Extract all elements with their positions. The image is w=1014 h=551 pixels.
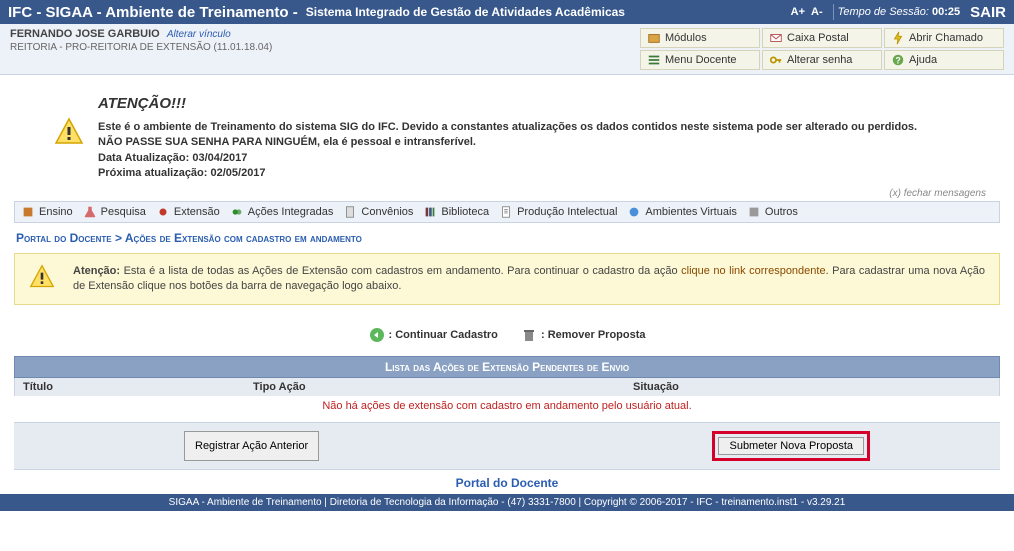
virtual-icon <box>627 205 641 219</box>
menu-acoes-integradas[interactable]: Ações Integradas <box>230 205 334 219</box>
font-increase[interactable]: A+ <box>791 6 805 18</box>
menu-convenios[interactable]: Convênios <box>343 205 413 219</box>
app-subtitle: Sistema Integrado de Gestão de Atividade… <box>306 5 625 19</box>
topbar: IFC - SIGAA - Ambiente de Treinamento - … <box>0 0 1014 24</box>
ql-abrir-chamado[interactable]: Abrir Chamado <box>884 28 1004 48</box>
portal-docente-link[interactable]: Portal do Docente <box>456 476 559 490</box>
alert-title: ATENÇÃO!!! <box>98 93 917 114</box>
extension-icon <box>156 205 170 219</box>
quicklinks: Módulos Caixa Postal Abrir Chamado Menu … <box>640 28 1004 70</box>
box-icon <box>647 31 661 45</box>
notice-link[interactable]: clique no link correspondente <box>681 265 825 277</box>
other-icon <box>747 205 761 219</box>
legend: : Continuar Cadastro : Remover Proposta <box>14 321 1000 356</box>
book-icon <box>21 205 35 219</box>
notice-label: Atenção: <box>73 265 120 277</box>
main-menu: Ensino Pesquisa Extensão Ações Integrada… <box>14 201 1000 223</box>
menu-icon <box>647 53 661 67</box>
help-icon: ? <box>891 53 905 67</box>
portal-link-row: Portal do Docente <box>14 470 1000 494</box>
trash-icon <box>521 327 537 343</box>
col-tipo: Tipo Ação <box>253 381 633 393</box>
books-icon <box>423 205 437 219</box>
userbar: FERNANDO JOSE GARBUIO Alterar vínculo RE… <box>0 24 1014 75</box>
alterar-vinculo-link[interactable]: Alterar vínculo <box>167 29 231 40</box>
mail-icon <box>769 31 783 45</box>
ql-caixa-postal[interactable]: Caixa Postal <box>762 28 882 48</box>
training-alert: ATENÇÃO!!! Este é o ambiente de Treiname… <box>14 85 1000 186</box>
close-messages[interactable]: (x) fechar mensagens <box>14 186 1000 201</box>
menu-ambientes[interactable]: Ambientes Virtuais <box>627 205 737 219</box>
flask-icon <box>83 205 97 219</box>
session-label: Tempo de Sessão: 00:25 <box>838 6 961 18</box>
alert-line2: NÃO PASSE SUA SENHA PARA NINGUÉM, ela é … <box>98 135 917 150</box>
menu-producao[interactable]: Produção Intelectual <box>499 205 617 219</box>
col-titulo: Título <box>23 381 253 393</box>
warning-icon <box>54 93 84 182</box>
menu-pesquisa[interactable]: Pesquisa <box>83 205 146 219</box>
alert-line1: Este é o ambiente de Treinamento do sist… <box>98 120 917 135</box>
table-header-row: Título Tipo Ação Situação <box>14 378 1000 396</box>
document-icon <box>343 205 357 219</box>
logout-button[interactable]: SAIR <box>970 4 1006 21</box>
notice: Atenção: Esta é a lista de todas as Açõe… <box>14 253 1000 306</box>
lightning-icon <box>891 31 905 45</box>
submeter-nova-proposta-button[interactable]: Submeter Nova Proposta <box>718 437 864 455</box>
menu-extensao[interactable]: Extensão <box>156 205 220 219</box>
menu-biblioteca[interactable]: Biblioteca <box>423 205 489 219</box>
alert-line3: Data Atualização: 03/04/2017 <box>98 151 917 166</box>
menu-outros[interactable]: Outros <box>747 205 798 219</box>
integrated-icon <box>230 205 244 219</box>
table-empty: Não há ações de extensão com cadastro em… <box>14 396 1000 422</box>
table-title: Lista das Ações de Extensão Pendentes de… <box>14 356 1000 378</box>
user-unit: REITORIA - PRO-REITORIA DE EXTENSÃO (11.… <box>10 42 640 53</box>
ql-menu-docente[interactable]: Menu Docente <box>640 50 760 70</box>
menu-ensino[interactable]: Ensino <box>21 205 73 219</box>
breadcrumb: Portal do Docente > Ações de Extensão co… <box>14 227 1000 253</box>
col-situacao: Situação <box>633 381 991 393</box>
paper-icon <box>499 205 513 219</box>
ql-alterar-senha[interactable]: Alterar senha <box>762 50 882 70</box>
font-decrease[interactable]: A- <box>811 6 823 18</box>
ql-modulos[interactable]: Módulos <box>640 28 760 48</box>
svg-text:?: ? <box>895 56 900 66</box>
submeter-highlight: Submeter Nova Proposta <box>712 431 870 461</box>
footer: SIGAA - Ambiente de Treinamento | Direto… <box>0 494 1014 511</box>
continue-icon <box>369 327 385 343</box>
breadcrumb-current: Ações de Extensão com cadastro em andame… <box>125 231 362 245</box>
ql-ajuda[interactable]: ?Ajuda <box>884 50 1004 70</box>
registrar-acao-anterior-button[interactable]: Registrar Ação Anterior <box>184 431 319 461</box>
user-name: FERNANDO JOSE GARBUIO <box>10 28 160 40</box>
alert-line4: Próxima atualização: 02/05/2017 <box>98 166 917 181</box>
action-buttons-row: Registrar Ação Anterior Submeter Nova Pr… <box>14 422 1000 470</box>
app-title: IFC - SIGAA - Ambiente de Treinamento - <box>8 4 298 21</box>
breadcrumb-root[interactable]: Portal do Docente <box>16 231 112 245</box>
warning-icon <box>29 264 55 290</box>
key-icon <box>769 53 783 67</box>
